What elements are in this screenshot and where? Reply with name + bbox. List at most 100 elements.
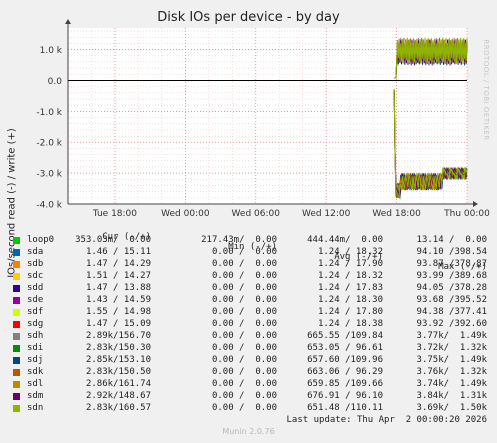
legend-device-name: sdb (27, 259, 44, 269)
legend-header: Cur (-/+) Min (-/+) Avg (-/+) Max (-/+) (0, 222, 497, 272)
legend-cur: 353.03m/ 0.00 (75, 235, 151, 245)
legend-max: 93.92 /392.60 (416, 319, 487, 329)
legend-max: 3.76k/ 1.32k (416, 367, 487, 377)
legend-row-sdl: sdl 2.86k/161.74 0.00 / 0.00 659.85 /109.66… (0, 379, 497, 391)
y-tick-label: 1.0 k (40, 46, 63, 56)
legend-cur: 2.85k/153.10 (85, 355, 151, 365)
legend-min: 0.00 / 0.00 (211, 355, 277, 365)
legend-avg: 1.24 / 18.38 (317, 319, 383, 329)
legend-avg: 657.60 /109.96 (307, 355, 383, 365)
legend-swatch (13, 333, 20, 340)
legend-swatch (13, 309, 20, 316)
legend-min: 0.00 / 0.00 (211, 319, 277, 329)
legend-avg: 1.24 / 17.90 (317, 259, 383, 269)
legend-max: 93.87 /378.87 (416, 259, 487, 269)
y-tick-label: -2.0 k (36, 139, 62, 149)
legend-min: 0.00 / 0.00 (211, 379, 277, 389)
legend-swatch (13, 237, 20, 244)
legend-device-name: sdi (27, 343, 44, 353)
legend-swatch (13, 357, 20, 364)
legend-max: 13.14 / 0.00 (416, 235, 487, 245)
legend-avg: 444.44m/ 0.00 (307, 235, 383, 245)
legend-row-sdb: sdb 1.47 / 14.29 0.00 / 0.00 1.24 / 17.90 93… (0, 259, 497, 271)
legend-min: 0.00 / 0.00 (211, 271, 277, 281)
legend-row-loop0: loop0 353.03m/ 0.00 217.43m/ 0.00 444.44m/ … (0, 235, 497, 247)
x-tick-label: Wed 00:00 (161, 209, 210, 219)
legend-device-name: sdh (27, 331, 44, 341)
y-tick-label: 0.0 (48, 77, 63, 87)
legend-row-sdh: sdh 2.89k/156.70 0.00 / 0.00 665.55 /109.84… (0, 331, 497, 343)
legend-min: 0.00 / 0.00 (211, 295, 277, 305)
legend-cur: 2.83k/150.50 (85, 367, 151, 377)
legend-device-name: sdm (27, 391, 44, 401)
legend-avg: 676.91 / 96.10 (307, 391, 383, 401)
legend-min: 0.00 / 0.00 (211, 331, 277, 341)
legend-row-sdi: sdi 2.83k/150.30 0.00 / 0.00 653.05 / 96.61… (0, 343, 497, 355)
legend-cur: 2.86k/161.74 (85, 379, 151, 389)
legend-min: 0.00 / 0.00 (211, 367, 277, 377)
legend-swatch (13, 249, 20, 256)
legend-avg: 1.24 / 17.83 (317, 283, 383, 293)
y-tick-label: -3.0 k (36, 170, 62, 180)
legend-min: 0.00 / 0.00 (211, 403, 277, 413)
legend-max: 94.38 /377.41 (416, 307, 487, 317)
legend-row-sdm: sdm 2.92k/148.67 0.00 / 0.00 676.91 / 96.10… (0, 391, 497, 403)
legend-row-sdg: sdg 1.47 / 15.09 0.00 / 0.00 1.24 / 18.38 93… (0, 319, 497, 331)
legend-cur: 1.47 / 13.88 (85, 283, 151, 293)
legend-min: 0.00 / 0.00 (211, 283, 277, 293)
legend-cur: 1.55 / 14.98 (85, 307, 151, 317)
legend-swatch (13, 321, 20, 328)
legend-device-name: sdf (27, 307, 44, 317)
legend-swatch (13, 393, 20, 400)
legend-row-sde: sde 1.43 / 14.59 0.00 / 0.00 1.24 / 18.30 93… (0, 295, 497, 307)
legend-swatch (13, 261, 20, 268)
legend-row-sdn: sdn 2.83k/160.57 0.00 / 0.00 651.48 /110.11… (0, 403, 497, 415)
plot-area: -4.0 k -3.0 k -2.0 k -1.0 k 0.0 1.0 k Tue 18:0… (36, 19, 490, 219)
legend-avg: 651.48 /110.11 (307, 403, 383, 413)
legend-cur: 1.43 / 14.59 (85, 295, 151, 305)
x-axis-arrow (473, 201, 478, 207)
legend-device-name: sdj (27, 355, 44, 365)
legend-min: 0.00 / 0.00 (211, 259, 277, 269)
legend-max: 3.77k/ 1.49k (416, 331, 487, 341)
legend-device-name: sdg (27, 319, 44, 329)
legend-max: 3.75k/ 1.49k (416, 355, 487, 365)
legend-cur: 2.92k/148.67 (85, 391, 151, 401)
x-tick-label: Thu 00:00 (443, 209, 490, 219)
legend-swatch (13, 285, 20, 292)
munin-footer: Munin 2.0.76 (222, 427, 275, 436)
legend-device-name: sdc (27, 271, 44, 281)
legend-device-name: sdl (27, 379, 44, 389)
y-axis-arrow (65, 19, 71, 24)
legend-avg: 1.24 / 18.32 (317, 247, 383, 257)
legend-avg: 1.24 / 18.30 (317, 295, 383, 305)
legend-cur: 2.83k/150.30 (85, 343, 151, 353)
legend-max: 94.05 /378.28 (416, 283, 487, 293)
legend-min: 0.00 / 0.00 (211, 343, 277, 353)
legend-avg: 1.24 / 18.32 (317, 271, 383, 281)
legend-row-sdj: sdj 2.85k/153.10 0.00 / 0.00 657.60 /109.96… (0, 355, 497, 367)
legend-cur: 1.46 / 15.11 (85, 247, 151, 257)
x-tick-label: Wed 06:00 (232, 209, 281, 219)
x-tick-label: Wed 18:00 (372, 209, 421, 219)
legend-swatch (13, 405, 20, 412)
legend-device-name: sde (27, 295, 44, 305)
legend-max: 93.99 /389.68 (416, 271, 487, 281)
legend-row-sda: sda 1.46 / 15.11 0.00 / 0.00 1.24 / 18.32 94… (0, 247, 497, 259)
legend-avg: 665.55 /109.84 (307, 331, 383, 341)
last-update: Last update: Thu Apr 2 00:00:20 2026 (286, 415, 487, 425)
legend-max: 3.69k/ 1.50k (416, 403, 487, 413)
legend-max: 3.84k/ 1.31k (416, 391, 487, 401)
legend-max: 3.72k/ 1.32k (416, 343, 487, 353)
legend-min: 0.00 / 0.00 (211, 247, 277, 257)
legend-cur: 1.51 / 14.27 (85, 271, 151, 281)
y-tick-label: -1.0 k (36, 108, 62, 118)
legend-max: 3.74k/ 1.49k (416, 379, 487, 389)
legend-device-name: sdn (27, 403, 44, 413)
legend-row-sdd: sdd 1.47 / 13.88 0.00 / 0.00 1.24 / 17.83 94… (0, 283, 497, 295)
legend-avg: 653.05 / 96.61 (307, 343, 383, 353)
legend-row-sdf: sdf 1.55 / 14.98 0.00 / 0.00 1.24 / 17.80 94… (0, 307, 497, 319)
legend-cur: 1.47 / 14.29 (85, 259, 151, 269)
legend-min: 217.43m/ 0.00 (201, 235, 277, 245)
legend-avg: 1.24 / 17.80 (317, 307, 383, 317)
